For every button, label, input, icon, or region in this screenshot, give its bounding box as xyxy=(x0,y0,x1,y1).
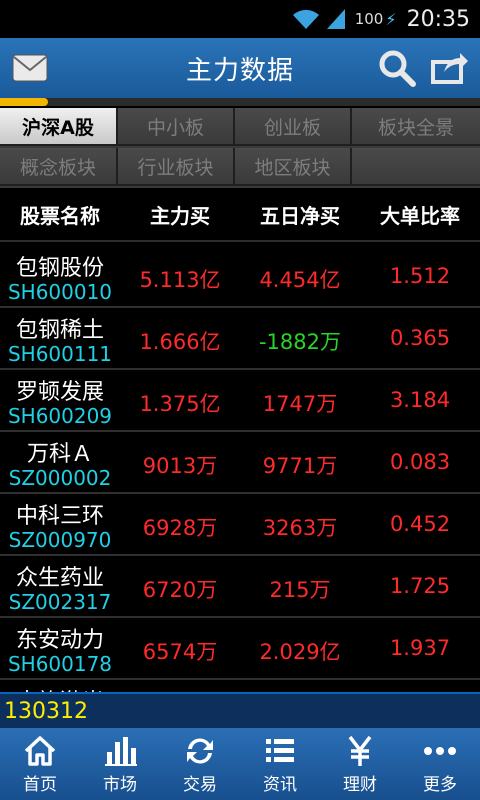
main-buy-value: 6720万 xyxy=(142,578,218,602)
table-row[interactable]: 中科三环 SZ000970 6928万 3263万 0.452 xyxy=(0,496,480,556)
stock-name: 东安动力 xyxy=(15,628,104,653)
stock-name: 中科三环 xyxy=(15,504,104,529)
battery-icon: ⚡ xyxy=(385,9,397,29)
stock-name: 万科Ａ xyxy=(26,442,93,467)
main-buy-value: 1.666亿 xyxy=(139,330,221,354)
list-icon xyxy=(266,739,294,762)
five-day-net-value: 4.454亿 xyxy=(259,268,341,292)
big-order-ratio-value: 1.512 xyxy=(389,264,451,288)
code-input-bar[interactable]: 130312 xyxy=(0,692,480,728)
five-day-net-value: 1747万 xyxy=(262,392,338,416)
mail-icon[interactable] xyxy=(12,54,48,82)
share-icon[interactable] xyxy=(430,50,470,86)
nav-market[interactable]: 市场 xyxy=(80,728,160,800)
column-header: 股票名称 主力买 五日净买 大单比率 xyxy=(0,188,480,242)
five-day-net-value: 2.029亿 xyxy=(259,640,341,664)
stock-name: 大族激光 xyxy=(0,684,120,692)
tab-chuangye[interactable]: 创业板 xyxy=(235,108,352,146)
tab-hushen-a[interactable]: 沪深A股 xyxy=(0,108,118,146)
progress-track xyxy=(0,98,480,106)
stock-code: SZ002317 xyxy=(8,590,112,614)
title-bar: 主力数据 xyxy=(0,38,480,98)
col-stock-name[interactable]: 股票名称 xyxy=(0,200,120,229)
big-order-ratio-value: 1.937 xyxy=(389,636,451,660)
clock: 20:35 xyxy=(406,6,470,32)
stock-list: 包钢股份 SH600010 5.113亿 4.454亿 1.512 包钢稀土 SH60011… xyxy=(0,248,480,692)
tab-empty xyxy=(352,148,480,186)
nav-finance[interactable]: 理财 xyxy=(320,728,400,800)
wifi-icon xyxy=(292,9,319,29)
more-icon xyxy=(424,747,456,755)
progress-fill xyxy=(0,98,48,106)
big-order-ratio-value: 0.452 xyxy=(389,512,451,536)
col-main-buy[interactable]: 主力买 xyxy=(120,200,240,229)
five-day-net-value: -1882万 xyxy=(258,330,342,354)
stock-name: 罗顿发展 xyxy=(15,380,104,405)
five-day-net-value: 215万 xyxy=(269,578,331,602)
signal-icon xyxy=(326,9,345,29)
main-buy-value: 6574万 xyxy=(142,640,218,664)
table-row[interactable]: 东安动力 SH600178 6574万 2.029亿 1.937 xyxy=(0,620,480,680)
nav-more[interactable]: 更多 xyxy=(400,728,480,800)
big-order-ratio-value: 3.184 xyxy=(389,388,451,412)
stock-name: 众生药业 xyxy=(15,566,104,591)
stock-name: 包钢稀土 xyxy=(15,318,104,343)
main-buy-value: 6928万 xyxy=(142,516,218,540)
code-input-value[interactable]: 130312 xyxy=(4,699,88,724)
battery-level: 100 xyxy=(354,10,384,28)
table-row[interactable]: 罗顿发展 SH600209 1.375亿 1747万 3.184 xyxy=(0,372,480,432)
big-order-ratio-value: 1.725 xyxy=(389,574,451,598)
stock-code: SH600010 xyxy=(7,280,113,304)
stock-code: SH600178 xyxy=(7,652,113,676)
tab-zhongxiao[interactable]: 中小板 xyxy=(118,108,235,146)
bar-chart-icon xyxy=(105,737,137,766)
table-row[interactable]: 包钢股份 SH600010 5.113亿 4.454亿 1.512 xyxy=(0,248,480,308)
big-order-ratio-value: 0.365 xyxy=(389,326,451,350)
tab-diqu[interactable]: 地区板块 xyxy=(235,148,352,186)
exchange-icon xyxy=(187,738,213,764)
nav-news[interactable]: 资讯 xyxy=(240,728,320,800)
table-row[interactable]: 包钢稀土 SH600111 1.666亿 -1882万 0.365 xyxy=(0,310,480,370)
stock-code: SZ000002 xyxy=(8,466,112,490)
main-buy-value: 5.113亿 xyxy=(139,268,221,292)
stock-code: SH600111 xyxy=(7,342,113,366)
big-order-ratio-value: 0.083 xyxy=(389,450,451,474)
col-big-order-ratio[interactable]: 大单比率 xyxy=(360,200,480,229)
col-five-day-net[interactable]: 五日净买 xyxy=(240,200,360,229)
home-icon xyxy=(24,736,56,766)
stock-code: SH600209 xyxy=(7,404,113,428)
table-row[interactable]: 大族激光 xyxy=(0,682,480,692)
stock-name: 包钢股份 xyxy=(15,256,104,281)
status-bar: 100 ⚡ 20:35 xyxy=(0,0,480,38)
nav-home[interactable]: 首页 xyxy=(0,728,80,800)
stock-code: SZ000970 xyxy=(8,528,112,552)
tab-hangye[interactable]: 行业板块 xyxy=(118,148,235,186)
table-row[interactable]: 众生药业 SZ002317 6720万 215万 1.725 xyxy=(0,558,480,618)
category-tabs: 沪深A股 中小板 创业板 板块全景 概念板块 行业板块 地区板块 xyxy=(0,108,480,188)
search-icon[interactable] xyxy=(376,48,418,88)
yuan-icon xyxy=(348,735,372,766)
main-buy-value: 9013万 xyxy=(142,454,218,478)
table-row[interactable]: 万科Ａ SZ000002 9013万 9771万 0.083 xyxy=(0,434,480,494)
five-day-net-value: 3263万 xyxy=(262,516,338,540)
tab-bankuai-quanjing[interactable]: 板块全景 xyxy=(352,108,480,146)
bottom-nav: 首页 市场 交易 资讯 理财 更多 xyxy=(0,728,480,800)
nav-trade[interactable]: 交易 xyxy=(160,728,240,800)
five-day-net-value: 9771万 xyxy=(262,454,338,478)
main-buy-value: 1.375亿 xyxy=(139,392,221,416)
tab-gainian[interactable]: 概念板块 xyxy=(0,148,118,186)
